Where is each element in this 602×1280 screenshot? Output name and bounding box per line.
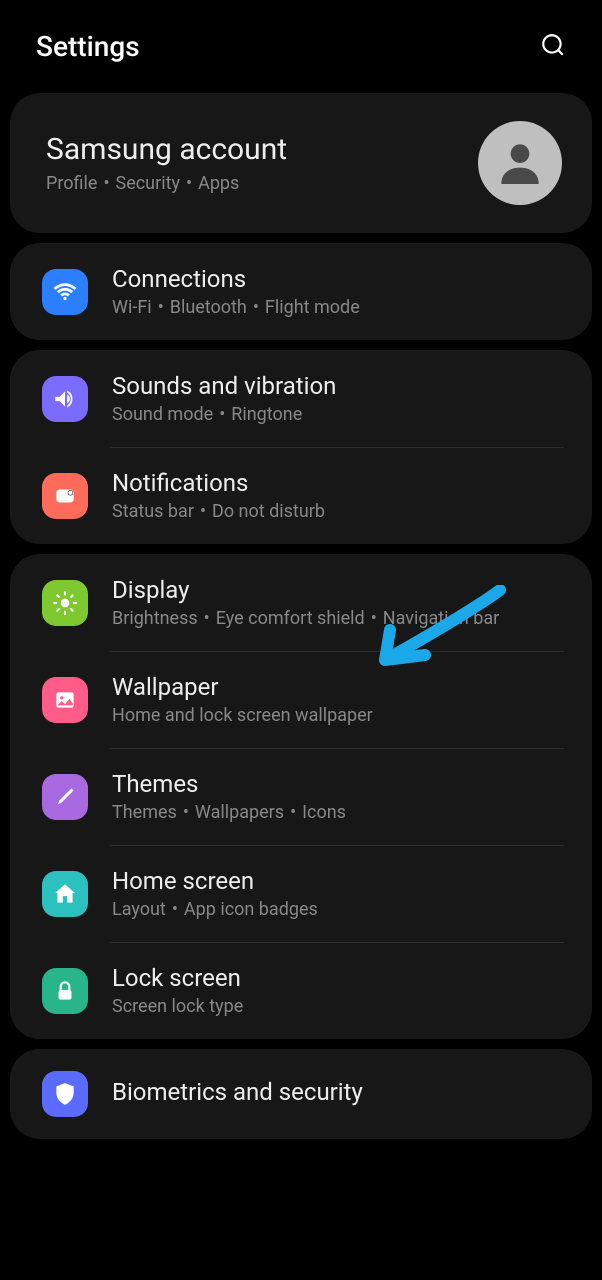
setting-text: Display Brightness•Eye comfort shield•Na… — [112, 576, 564, 629]
setting-item-display[interactable]: Display Brightness•Eye comfort shield•Na… — [10, 554, 592, 651]
setting-item-lock[interactable]: Lock screen Screen lock type — [10, 942, 592, 1039]
settings-group: Connections Wi-Fi•Bluetooth•Flight mode — [10, 243, 592, 340]
setting-title: Themes — [112, 770, 564, 798]
setting-title: Sounds and vibration — [112, 372, 564, 400]
shield-icon — [42, 1071, 88, 1117]
setting-text: Home screen Layout•App icon badges — [112, 867, 564, 920]
page-title: Settings — [36, 30, 140, 63]
settings-group: Display Brightness•Eye comfort shield•Na… — [10, 554, 592, 1039]
setting-subtitle: Brightness•Eye comfort shield•Navigation… — [112, 608, 564, 629]
setting-title: Connections — [112, 265, 564, 293]
setting-item-connections[interactable]: Connections Wi-Fi•Bluetooth•Flight mode — [10, 243, 592, 340]
setting-subtitle: Themes•Wallpapers•Icons — [112, 802, 564, 823]
search-icon — [540, 32, 566, 58]
setting-title: Display — [112, 576, 564, 604]
wifi-icon — [42, 269, 88, 315]
setting-item-themes[interactable]: Themes Themes•Wallpapers•Icons — [10, 748, 592, 845]
setting-item-wallpaper[interactable]: Wallpaper Home and lock screen wallpaper — [10, 651, 592, 748]
settings-group: Biometrics and security — [10, 1049, 592, 1139]
home-icon — [42, 871, 88, 917]
account-sub-security: Security — [116, 173, 180, 194]
setting-text: Sounds and vibration Sound mode•Ringtone — [112, 372, 564, 425]
account-sub-apps: Apps — [198, 173, 239, 194]
brush-icon — [42, 774, 88, 820]
setting-subtitle: Layout•App icon badges — [112, 899, 564, 920]
account-text: Samsung account Profile•Security•Apps — [46, 132, 478, 194]
setting-title: Biometrics and security — [112, 1078, 564, 1106]
setting-item-home[interactable]: Home screen Layout•App icon badges — [10, 845, 592, 942]
setting-title: Notifications — [112, 469, 564, 497]
setting-subtitle: Screen lock type — [112, 996, 564, 1017]
notification-icon — [42, 473, 88, 519]
setting-text: Biometrics and security — [112, 1078, 564, 1110]
setting-text: Themes Themes•Wallpapers•Icons — [112, 770, 564, 823]
setting-subtitle: Sound mode•Ringtone — [112, 404, 564, 425]
samsung-account-card[interactable]: Samsung account Profile•Security•Apps — [10, 93, 592, 233]
setting-title: Home screen — [112, 867, 564, 895]
search-button[interactable] — [540, 32, 566, 62]
setting-subtitle: Status bar•Do not disturb — [112, 501, 564, 522]
lock-icon — [42, 968, 88, 1014]
setting-text: Notifications Status bar•Do not disturb — [112, 469, 564, 522]
person-icon — [492, 135, 548, 191]
setting-title: Lock screen — [112, 964, 564, 992]
setting-item-biometrics[interactable]: Biometrics and security — [10, 1049, 592, 1139]
account-title: Samsung account — [46, 132, 478, 167]
setting-subtitle: Home and lock screen wallpaper — [112, 705, 564, 726]
account-sub-profile: Profile — [46, 173, 97, 194]
header: Settings — [0, 0, 602, 83]
speaker-icon — [42, 376, 88, 422]
setting-text: Wallpaper Home and lock screen wallpaper — [112, 673, 564, 726]
account-subtitle: Profile•Security•Apps — [46, 173, 478, 194]
setting-text: Lock screen Screen lock type — [112, 964, 564, 1017]
setting-item-notifications[interactable]: Notifications Status bar•Do not disturb — [10, 447, 592, 544]
settings-group: Sounds and vibration Sound mode•Ringtone… — [10, 350, 592, 544]
picture-icon — [42, 677, 88, 723]
setting-title: Wallpaper — [112, 673, 564, 701]
setting-subtitle: Wi-Fi•Bluetooth•Flight mode — [112, 297, 564, 318]
setting-item-sounds[interactable]: Sounds and vibration Sound mode•Ringtone — [10, 350, 592, 447]
sun-icon — [42, 580, 88, 626]
setting-text: Connections Wi-Fi•Bluetooth•Flight mode — [112, 265, 564, 318]
avatar[interactable] — [478, 121, 562, 205]
